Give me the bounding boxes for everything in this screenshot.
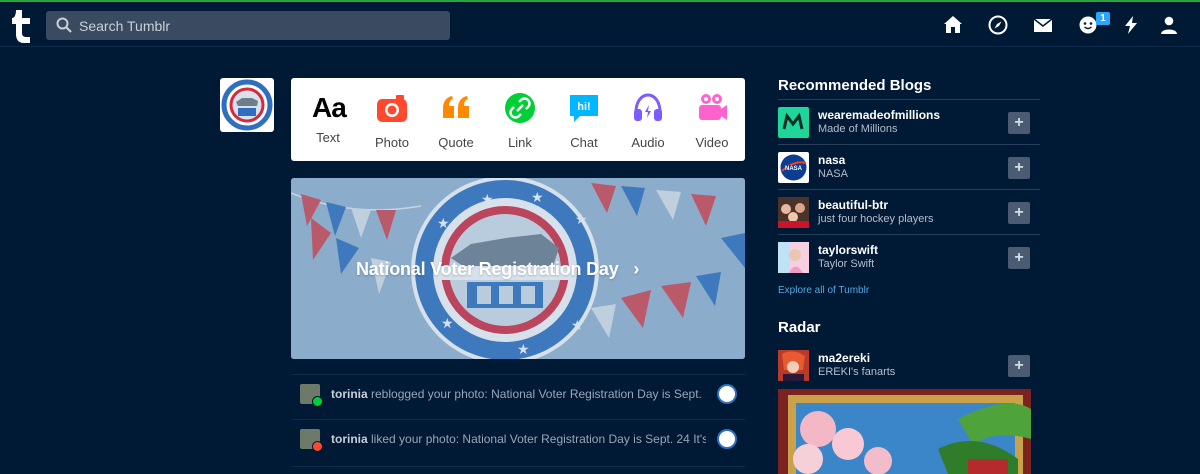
post-type-label: Quote [438, 135, 474, 150]
post-type-photo[interactable]: Photo [362, 92, 422, 150]
blog-avatar[interactable] [778, 242, 809, 273]
post-composer: Aa Text Photo Quote Link hi! Chat Audio … [291, 78, 745, 161]
blog-avatar[interactable] [778, 350, 809, 381]
user-avatar[interactable] [220, 78, 274, 132]
activity-notification[interactable]: torinia liked your photo: National Voter… [291, 419, 745, 461]
blog-title: Taylor Swift [818, 258, 875, 270]
blog-title: Made of Millions [818, 123, 898, 135]
blog-name[interactable]: wearemadeofmillions [818, 108, 940, 122]
radar-artwork [778, 389, 1031, 474]
notification-action: reblogged your photo: National Voter Reg… [371, 387, 706, 401]
search-placeholder: Search Tumblr [79, 18, 171, 34]
radar-heading: Radar [778, 319, 821, 336]
recommended-blog-row[interactable]: wearemadeofmillions Made of Millions + [778, 99, 1040, 144]
post-thumbnail[interactable] [717, 429, 737, 449]
recommended-blog-row[interactable]: beautiful-btr just four hockey players + [778, 189, 1040, 234]
post-thumbnail[interactable] [717, 384, 737, 404]
notification-text: torinia liked your photo: National Voter… [331, 432, 706, 446]
top-navigation-bar: Search Tumblr 1 [0, 0, 1200, 47]
chevron-right-icon: › [633, 259, 640, 279]
svg-text:NASA: NASA [785, 166, 803, 172]
recommended-blog-row[interactable]: NASA nasa NASA + [778, 144, 1040, 189]
nasa-logo-icon: NASA [780, 154, 807, 181]
post-type-link[interactable]: Link [490, 92, 550, 150]
voter-registration-banner[interactable]: ★ ★ ★ ★ ★ ★ ★ National Voter Registratio… [291, 178, 745, 359]
messages-badge: 1 [1096, 12, 1110, 25]
post-type-chat[interactable]: hi! Chat [554, 92, 614, 150]
reblog-icon [312, 396, 323, 407]
post-type-label: Text [316, 130, 340, 145]
post-type-audio[interactable]: Audio [618, 92, 678, 150]
quote-icon [443, 96, 469, 118]
blog-name[interactable]: beautiful-btr [818, 198, 888, 212]
voter-registration-avatar-image [221, 79, 273, 131]
blog-title: NASA [818, 168, 848, 180]
notification-text: torinia reblogged your photo: National V… [331, 387, 706, 401]
radar-blog-row[interactable]: ma2ereki EREKI's fanarts + [778, 343, 1040, 388]
post-type-quote[interactable]: Quote [426, 92, 486, 150]
explore-compass-icon[interactable] [988, 15, 1008, 35]
blog-avatar[interactable] [778, 197, 809, 228]
radar-post-image[interactable] [778, 389, 1031, 474]
search-icon [56, 17, 72, 33]
made-of-millions-logo-icon [782, 112, 804, 130]
follow-button[interactable]: + [1008, 355, 1030, 377]
activity-notification[interactable]: torinia reblogged your photo: National V… [291, 374, 745, 416]
recommended-blogs-heading: Recommended Blogs [778, 77, 932, 94]
post-type-label: Audio [631, 135, 665, 150]
like-heart-icon [312, 441, 323, 452]
follow-button[interactable]: + [1008, 112, 1030, 134]
link-icon [505, 93, 535, 123]
blog-title: just four hockey players [818, 213, 934, 225]
svg-text:hi!: hi! [577, 101, 590, 113]
follow-button[interactable]: + [1008, 247, 1030, 269]
post-type-label: Link [508, 135, 532, 150]
banner-title-text: National Voter Registration Day [356, 259, 619, 279]
chat-icon: hi! [570, 95, 598, 122]
hockey-players-photo [778, 197, 809, 228]
follow-button[interactable]: + [1008, 202, 1030, 224]
notification-action: liked your photo: National Voter Registr… [371, 432, 706, 446]
divider [291, 466, 745, 467]
blog-title: EREKI's fanarts [818, 366, 896, 378]
search-bar[interactable]: Search Tumblr [46, 11, 450, 40]
messaging-icon[interactable] [1078, 15, 1098, 35]
home-icon[interactable] [943, 15, 963, 35]
text-icon: Aa [312, 92, 347, 123]
post-type-label: Photo [375, 135, 409, 150]
video-camera-icon [699, 94, 727, 120]
taylor-swift-photo [778, 242, 809, 273]
recommended-blog-row[interactable]: taylorswift Taylor Swift + [778, 234, 1040, 279]
explore-link[interactable]: Explore all of Tumblr [778, 285, 869, 296]
notification-user[interactable]: torinia [331, 432, 368, 446]
blog-avatar[interactable] [778, 107, 809, 138]
camera-icon [377, 95, 407, 122]
blog-avatar[interactable]: NASA [778, 152, 809, 183]
banner-title: National Voter Registration Day › [356, 259, 639, 280]
ma2ereki-avatar-image [778, 350, 809, 381]
follow-button[interactable]: + [1008, 157, 1030, 179]
tumblr-logo-icon[interactable] [10, 7, 36, 43]
post-type-video[interactable]: Video [682, 92, 742, 150]
account-user-icon[interactable] [1159, 15, 1179, 35]
blog-name[interactable]: taylorswift [818, 243, 878, 257]
mail-inbox-icon[interactable] [1033, 15, 1053, 35]
post-type-label: Chat [570, 135, 598, 150]
post-type-text[interactable]: Aa Text [298, 92, 358, 145]
activity-lightning-icon[interactable] [1121, 15, 1141, 35]
post-type-label: Video [695, 135, 729, 150]
headphones-icon [634, 93, 662, 121]
blog-name[interactable]: nasa [818, 153, 845, 167]
notification-user[interactable]: torinia [331, 387, 368, 401]
blog-name[interactable]: ma2ereki [818, 351, 870, 365]
